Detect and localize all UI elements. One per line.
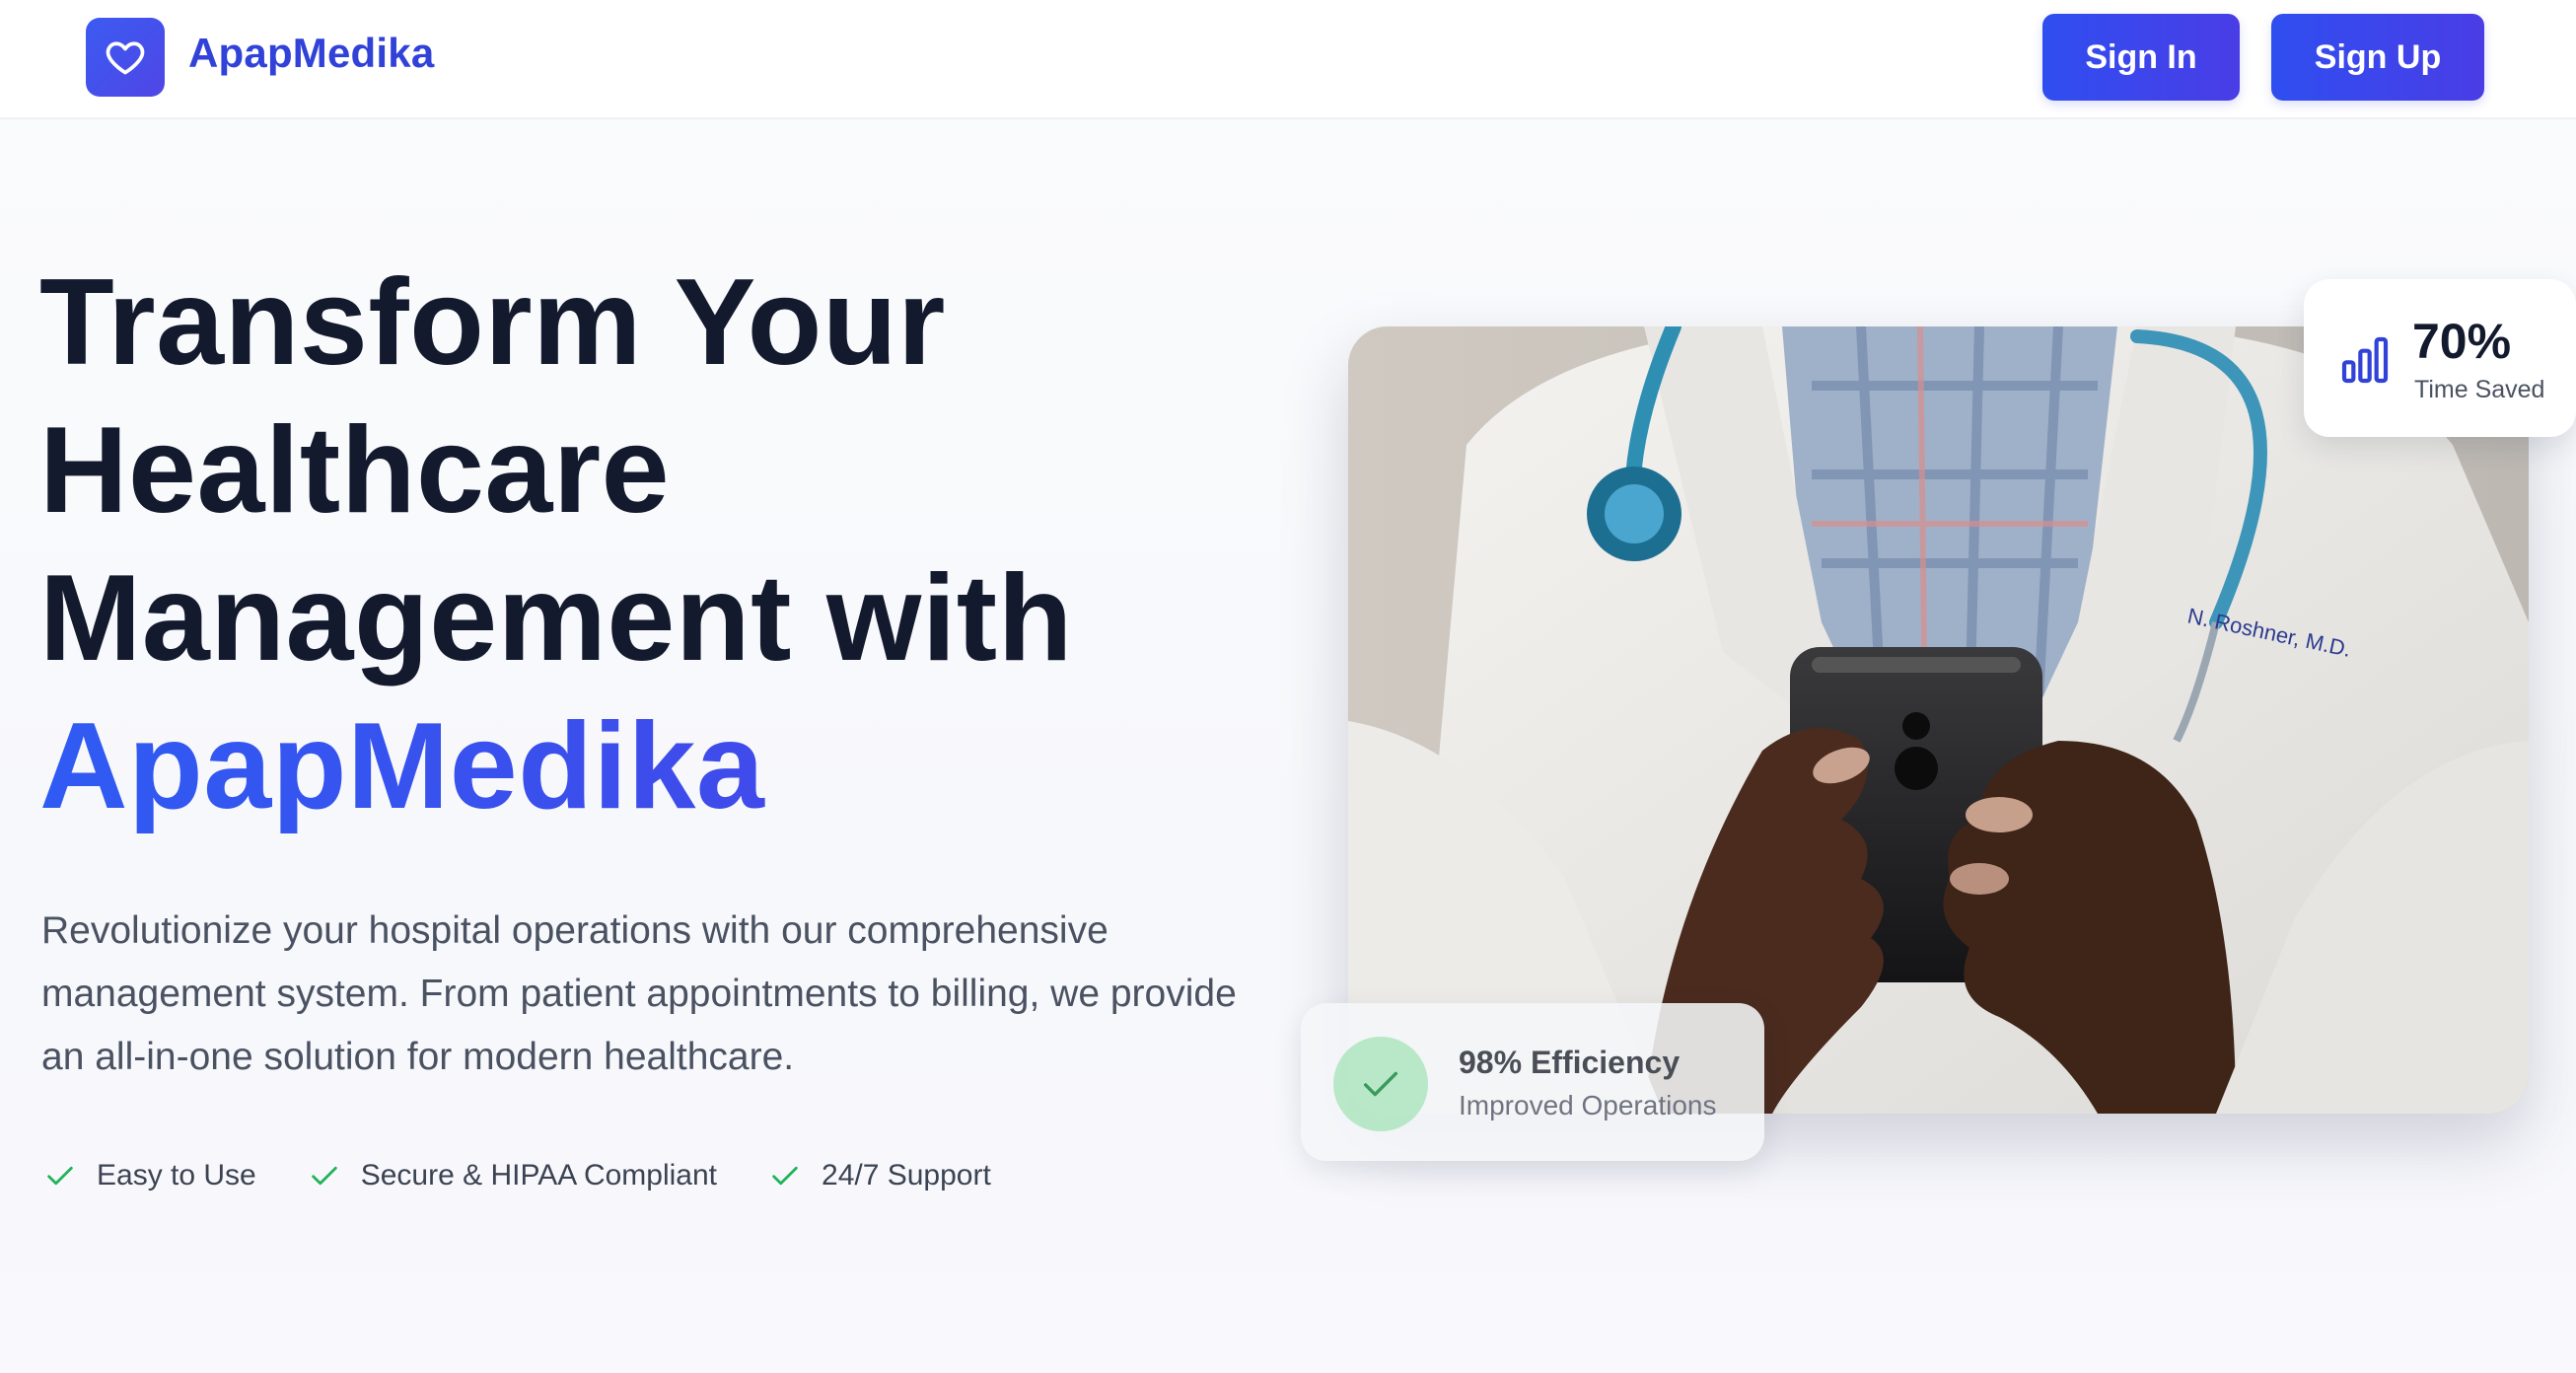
heart-icon bbox=[106, 41, 145, 75]
feature-label: Secure & HIPAA Compliant bbox=[360, 1159, 718, 1192]
bar-chart-icon bbox=[2341, 336, 2389, 384]
time-saved-label: Time Saved bbox=[2414, 376, 2545, 403]
time-saved-value: 70% bbox=[2412, 314, 2512, 369]
feature-list: Easy to Use Secure & HIPAA Compliant 24/… bbox=[43, 1152, 1042, 1199]
check-icon bbox=[311, 1166, 337, 1186]
efficiency-card: 98% Efficiency Improved Operations bbox=[1301, 1003, 1764, 1161]
top-navbar: ApapMedika Sign In Sign Up bbox=[0, 0, 2576, 119]
sign-up-button[interactable]: Sign Up bbox=[2271, 14, 2484, 101]
time-saved-card: 70% Time Saved bbox=[2304, 279, 2576, 437]
efficiency-subtitle: Improved Operations bbox=[1459, 1090, 1717, 1120]
check-icon bbox=[1363, 1071, 1398, 1097]
doctor-illustration: N. Roshner, M.D. bbox=[1348, 326, 2529, 1114]
brand-name[interactable]: ApapMedika bbox=[188, 30, 434, 77]
check-icon bbox=[47, 1166, 73, 1186]
headline-line: Healthcare bbox=[39, 402, 671, 539]
feature-item: 24/7 Support bbox=[768, 1159, 991, 1192]
check-icon bbox=[772, 1166, 798, 1186]
feature-item: Secure & HIPAA Compliant bbox=[308, 1159, 717, 1192]
headline-line: Management with bbox=[39, 550, 1073, 686]
efficiency-title: 98% Efficiency bbox=[1459, 1045, 1681, 1080]
feature-label: 24/7 Support bbox=[822, 1159, 991, 1192]
hero-description: Revolutionize your hospital operations w… bbox=[41, 909, 1237, 1078]
feature-label: Easy to Use bbox=[97, 1159, 256, 1192]
feature-item: Easy to Use bbox=[43, 1159, 256, 1192]
headline-brand: ApapMedika bbox=[39, 692, 1262, 840]
doctor-photo: N. Roshner, M.D. bbox=[1348, 326, 2529, 1114]
logo-badge[interactable] bbox=[86, 18, 165, 97]
efficiency-badge bbox=[1333, 1037, 1428, 1131]
headline-line: Transform Your bbox=[39, 254, 946, 391]
sign-in-button[interactable]: Sign In bbox=[2042, 14, 2240, 101]
hero-headline: Transform Your Healthcare Management wit… bbox=[39, 249, 1262, 840]
